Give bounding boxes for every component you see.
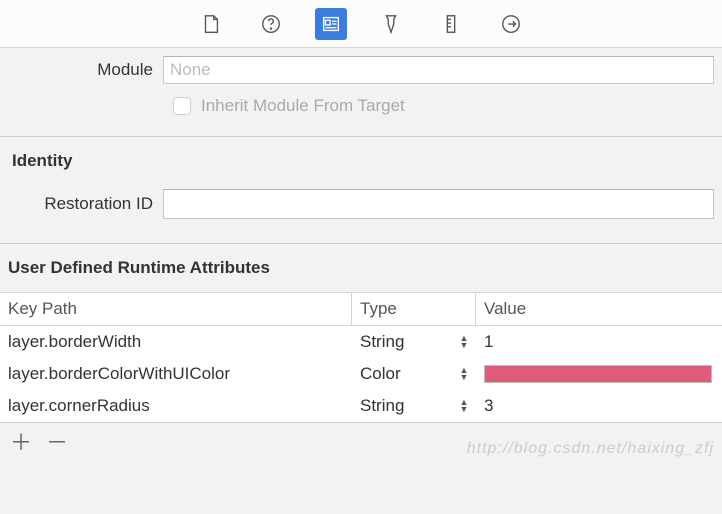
header-type[interactable]: Type [352, 293, 476, 325]
identity-section: Identity Restoration ID [0, 136, 722, 243]
runtime-attributes-title: User Defined Runtime Attributes [0, 258, 722, 292]
cell-value[interactable]: 3 [476, 396, 722, 416]
module-label: Module [8, 60, 163, 80]
identity-inspector-icon[interactable] [315, 8, 347, 40]
cell-keypath[interactable]: layer.borderWidth [0, 332, 352, 352]
attributes-inspector-icon[interactable] [375, 8, 407, 40]
add-attribute-button[interactable]: ＋ [10, 432, 32, 454]
header-keypath[interactable]: Key Path [0, 293, 352, 325]
watermark-text: http://blog.csdn.net/haixing_zfj [467, 440, 714, 458]
identity-title: Identity [8, 151, 714, 189]
restoration-id-input[interactable] [163, 189, 714, 219]
size-inspector-icon[interactable] [435, 8, 467, 40]
file-inspector-icon[interactable] [195, 8, 227, 40]
inherit-module-label: Inherit Module From Target [201, 96, 405, 116]
table-row[interactable]: layer.cornerRadiusString▲▼3 [0, 390, 722, 422]
module-section: Module Inherit Module From Target [0, 48, 722, 136]
cell-value[interactable]: 1 [476, 332, 722, 352]
type-stepper-icon[interactable]: ▲▼ [452, 399, 476, 413]
attrs-footer: ＋ － http://blog.csdn.net/haixing_zfj [0, 422, 722, 462]
attrs-header-row: Key Path Type Value [0, 292, 722, 326]
cell-type[interactable]: Color [352, 364, 452, 384]
header-value[interactable]: Value [476, 293, 722, 325]
module-input[interactable] [163, 56, 714, 84]
cell-type[interactable]: String [352, 332, 452, 352]
connections-inspector-icon[interactable] [495, 8, 527, 40]
cell-keypath[interactable]: layer.borderColorWithUIColor [0, 364, 352, 384]
table-row[interactable]: layer.borderColorWithUIColorColor▲▼ [0, 358, 722, 390]
type-stepper-icon[interactable]: ▲▼ [452, 335, 476, 349]
inherit-module-checkbox[interactable] [173, 97, 191, 115]
cell-value[interactable] [476, 365, 722, 383]
remove-attribute-button[interactable]: － [46, 432, 68, 454]
runtime-attributes-section: User Defined Runtime Attributes Key Path… [0, 243, 722, 422]
table-row[interactable]: layer.borderWidthString▲▼1 [0, 326, 722, 358]
restoration-id-label: Restoration ID [8, 194, 163, 214]
cell-type[interactable]: String [352, 396, 452, 416]
help-inspector-icon[interactable] [255, 8, 287, 40]
attrs-body: layer.borderWidthString▲▼1layer.borderCo… [0, 326, 722, 422]
cell-keypath[interactable]: layer.cornerRadius [0, 396, 352, 416]
inspector-toolbar [0, 0, 722, 48]
color-swatch[interactable] [484, 365, 712, 383]
type-stepper-icon[interactable]: ▲▼ [452, 367, 476, 381]
